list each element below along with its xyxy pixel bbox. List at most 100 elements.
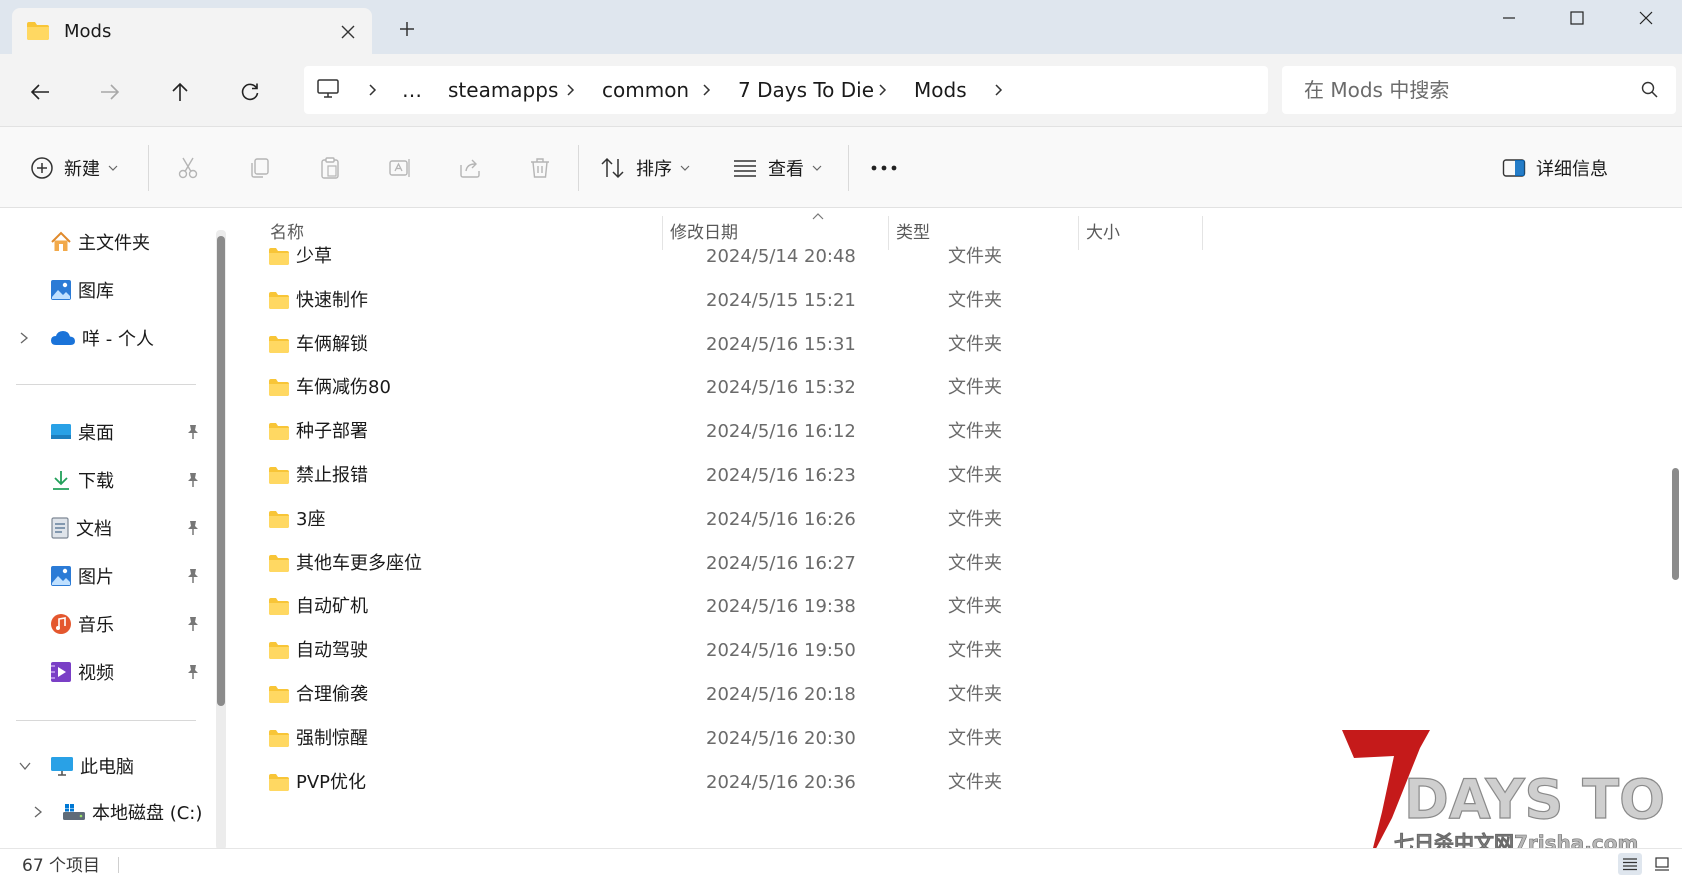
file-type: 文件夹	[948, 246, 1002, 267]
breadcrumb-overflow[interactable]: …	[402, 66, 422, 114]
share-icon	[458, 156, 482, 180]
chevron-right-icon[interactable]	[32, 805, 44, 819]
file-row[interactable]: 自动矿机 2024/5/16 19:38 文件夹	[230, 584, 1670, 630]
file-name: 车俩减伤80	[296, 377, 391, 399]
tiles-view-button[interactable]	[1650, 853, 1674, 875]
computer-icon	[50, 755, 74, 777]
view-button[interactable]: 查看	[732, 127, 822, 209]
chevron-right-icon[interactable]	[362, 80, 382, 100]
chevron-down-icon[interactable]	[18, 760, 32, 772]
sidebar-item-videos[interactable]: 视频	[0, 652, 210, 692]
back-button[interactable]	[22, 74, 58, 110]
search-icon[interactable]	[1640, 80, 1660, 100]
file-list-scrollbar-thumb[interactable]	[1672, 468, 1679, 580]
file-row[interactable]: 强制惊醒 2024/5/16 20:30 文件夹	[230, 716, 1670, 762]
file-row[interactable]: 种子部署 2024/5/16 16:12 文件夹	[230, 409, 1670, 455]
pin-icon[interactable]	[186, 472, 200, 488]
pin-icon[interactable]	[186, 520, 200, 536]
new-tab-button[interactable]	[394, 16, 420, 42]
chevron-right-icon[interactable]	[988, 80, 1008, 100]
search-input[interactable]: 在 Mods 中搜索	[1282, 66, 1676, 114]
sidebar-scrollbar-thumb[interactable]	[217, 236, 225, 706]
pin-icon[interactable]	[186, 616, 200, 632]
file-row[interactable]: 合理偷袭 2024/5/16 20:18 文件夹	[230, 672, 1670, 718]
chevron-right-icon[interactable]	[560, 80, 580, 100]
file-row[interactable]: 禁止报错 2024/5/16 16:23 文件夹	[230, 453, 1670, 499]
folder-icon	[268, 642, 290, 660]
file-row[interactable]: PVP优化 2024/5/16 20:36 文件夹	[230, 760, 1670, 806]
navigation-pane: 主文件夹 图库 咩 - 个人 桌面 下载 文档 图片 音乐 视频 此电脑 本地磁…	[0, 208, 228, 850]
forward-button[interactable]	[92, 74, 128, 110]
folder-icon	[268, 773, 290, 791]
tab-mods[interactable]: Mods	[12, 8, 372, 54]
close-window-button[interactable]	[1612, 0, 1680, 36]
rename-button[interactable]	[388, 127, 412, 209]
new-button[interactable]: 新建	[30, 127, 118, 209]
sidebar-item-gallery[interactable]: 图库	[0, 270, 210, 310]
file-modified-date: 2024/5/16 15:32	[706, 377, 856, 399]
more-options-button[interactable]	[870, 127, 898, 209]
this-pc-icon[interactable]	[316, 78, 340, 100]
sidebar-divider	[16, 384, 196, 385]
folder-icon	[26, 22, 50, 40]
file-row[interactable]: 快速制作 2024/5/15 15:21 文件夹	[230, 278, 1670, 324]
pin-icon[interactable]	[186, 424, 200, 440]
item-count: 67 个项目	[22, 856, 101, 876]
file-row[interactable]: 其他车更多座位 2024/5/16 16:27 文件夹	[230, 541, 1670, 587]
file-name: 禁止报错	[296, 465, 368, 486]
sidebar-item-this-pc[interactable]: 此电脑	[0, 746, 210, 786]
file-type: 文件夹	[948, 508, 1002, 530]
breadcrumb-mods[interactable]: Mods	[914, 66, 967, 114]
file-row[interactable]: 自动驾驶 2024/5/16 19:50 文件夹	[230, 628, 1670, 674]
title-bar: Mods	[0, 0, 1682, 54]
copy-button[interactable]	[248, 127, 272, 209]
chevron-right-icon[interactable]	[872, 80, 892, 100]
sidebar-item-downloads[interactable]: 下载	[0, 460, 210, 500]
sidebar-item-pictures[interactable]: 图片	[0, 556, 210, 596]
pin-icon[interactable]	[186, 568, 200, 584]
sidebar-item-local-disk[interactable]: 本地磁盘 (C:)	[0, 792, 220, 832]
details-pane-button[interactable]: 详细信息	[1502, 127, 1608, 209]
breadcrumb-7-days-to-die[interactable]: 7 Days To Die	[738, 66, 874, 114]
address-bar[interactable]: … steamapps common 7 Days To Die Mods	[304, 66, 1268, 114]
maximize-button[interactable]	[1543, 0, 1611, 36]
sidebar-item-documents[interactable]: 文档	[0, 508, 210, 548]
delete-button[interactable]	[528, 127, 552, 209]
file-row[interactable]: 3座 2024/5/16 16:26 文件夹	[230, 497, 1670, 543]
command-bar: 新建 排序 查看 详细信息	[0, 126, 1682, 208]
up-button[interactable]	[162, 74, 198, 110]
sort-button[interactable]: 排序	[600, 127, 690, 209]
minimize-button[interactable]	[1475, 0, 1543, 36]
sidebar-item-onedrive[interactable]: 咩 - 个人	[0, 318, 210, 358]
file-name: 3座	[296, 508, 326, 530]
file-type: 文件夹	[948, 684, 1002, 705]
sidebar-item-music[interactable]: 音乐	[0, 604, 210, 644]
cut-icon	[176, 156, 200, 180]
more-icon	[870, 164, 898, 172]
refresh-button[interactable]	[232, 74, 268, 110]
paste-button[interactable]	[318, 127, 342, 209]
toolbar-divider	[578, 145, 579, 191]
breadcrumb-steamapps[interactable]: steamapps	[448, 66, 558, 114]
chevron-right-icon[interactable]	[18, 331, 30, 345]
chevron-right-icon[interactable]	[696, 80, 716, 100]
chevron-down-icon	[108, 165, 118, 171]
file-row[interactable]: 少草 2024/5/14 20:48 文件夹	[230, 234, 1670, 280]
details-label: 详细信息	[1536, 159, 1608, 180]
details-view-icon	[1622, 857, 1638, 871]
sidebar-item-home[interactable]: 主文件夹	[0, 222, 210, 262]
cut-button[interactable]	[176, 127, 200, 209]
details-view-button[interactable]	[1618, 853, 1642, 875]
file-type: 文件夹	[948, 552, 1002, 574]
pin-icon[interactable]	[186, 664, 200, 680]
drive-icon	[62, 802, 86, 822]
share-button[interactable]	[458, 127, 482, 209]
sidebar-item-label: 视频	[78, 663, 114, 684]
sidebar-item-desktop[interactable]: 桌面	[0, 412, 210, 452]
close-tab-icon[interactable]	[336, 20, 360, 44]
file-row[interactable]: 车俩减伤80 2024/5/16 15:32 文件夹	[230, 365, 1670, 411]
file-modified-date: 2024/5/16 20:36	[706, 771, 856, 793]
folder-icon	[268, 510, 290, 528]
file-row[interactable]: 车俩解锁 2024/5/16 15:31 文件夹	[230, 322, 1670, 368]
breadcrumb-common[interactable]: common	[602, 66, 689, 114]
